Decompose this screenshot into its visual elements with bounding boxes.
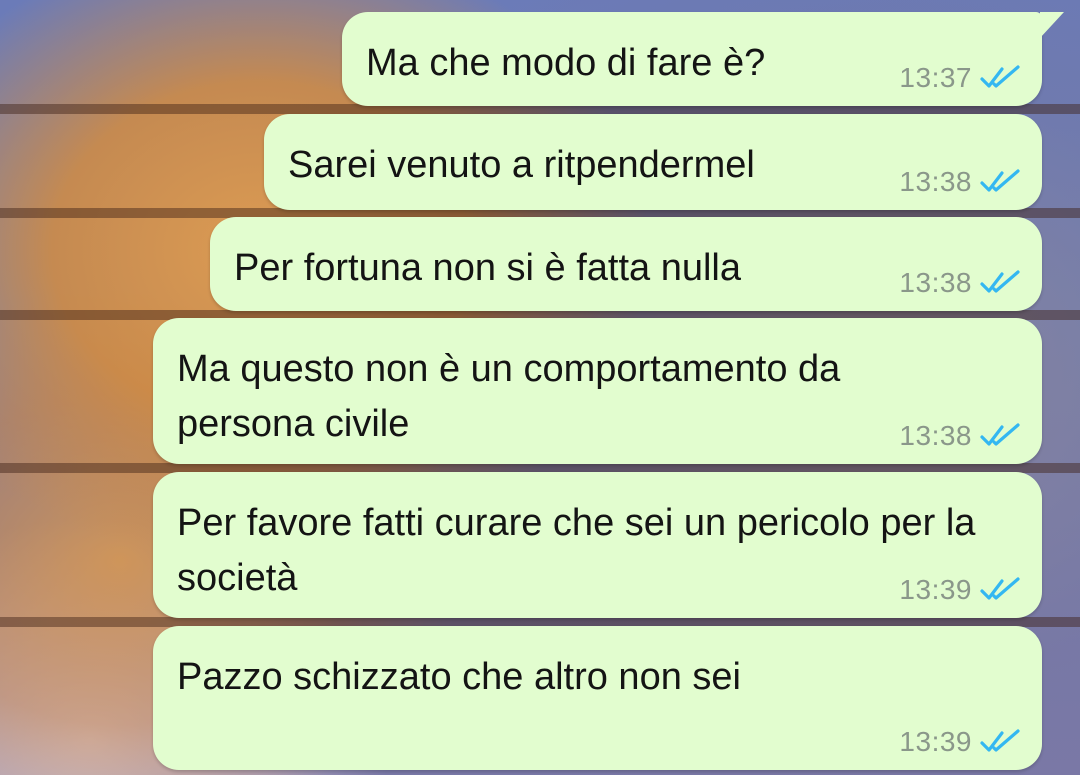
message-meta: 13:38 <box>899 166 1022 198</box>
bubble-tail <box>1040 12 1064 38</box>
message-meta: 13:38 <box>899 420 1022 452</box>
outgoing-message-bubble[interactable]: Per fortuna non si è fatta nulla 13:38 <box>210 217 1042 311</box>
message-meta: 13:39 <box>899 726 1022 758</box>
double-check-read-icon <box>980 270 1020 293</box>
double-check-read-icon <box>980 423 1020 446</box>
message-meta: 13:37 <box>899 62 1022 94</box>
message-text: Ma che modo di fare è? <box>366 42 766 84</box>
outgoing-message-bubble[interactable]: Pazzo schizzato che altro non sei 13:39 <box>153 626 1042 770</box>
double-check-read-icon <box>980 577 1020 600</box>
message-text: Sarei venuto a ritpendermel <box>288 144 755 186</box>
double-check-read-icon <box>980 65 1020 88</box>
message-timestamp: 13:37 <box>899 62 972 93</box>
message-text: Per fortuna non si è fatta nulla <box>234 247 741 289</box>
message-timestamp: 13:38 <box>899 267 972 298</box>
message-text: Per favore fatti curare che sei un peric… <box>177 502 986 599</box>
message-timestamp: 13:38 <box>899 420 972 451</box>
outgoing-message-bubble[interactable]: Ma che modo di fare è? 13:37 <box>342 12 1064 106</box>
message-timestamp: 13:39 <box>899 574 972 605</box>
message-meta: 13:38 <box>899 267 1022 299</box>
double-check-read-icon <box>980 169 1020 192</box>
double-check-read-icon <box>980 729 1020 752</box>
outgoing-message-bubble[interactable]: Per favore fatti curare che sei un peric… <box>153 472 1042 618</box>
message-meta: 13:39 <box>899 574 1022 606</box>
outgoing-message-bubble[interactable]: Ma questo non è un comportamento da pers… <box>153 318 1042 464</box>
message-text: Ma questo non è un comportamento da pers… <box>177 348 851 445</box>
outgoing-message-bubble[interactable]: Sarei venuto a ritpendermel 13:38 <box>264 114 1042 210</box>
message-list[interactable]: Ma che modo di fare è? 13:37 Sarei venut… <box>0 0 1080 775</box>
message-text: Pazzo schizzato che altro non sei <box>177 656 741 698</box>
message-timestamp: 13:38 <box>899 166 972 197</box>
message-timestamp: 13:39 <box>899 726 972 757</box>
